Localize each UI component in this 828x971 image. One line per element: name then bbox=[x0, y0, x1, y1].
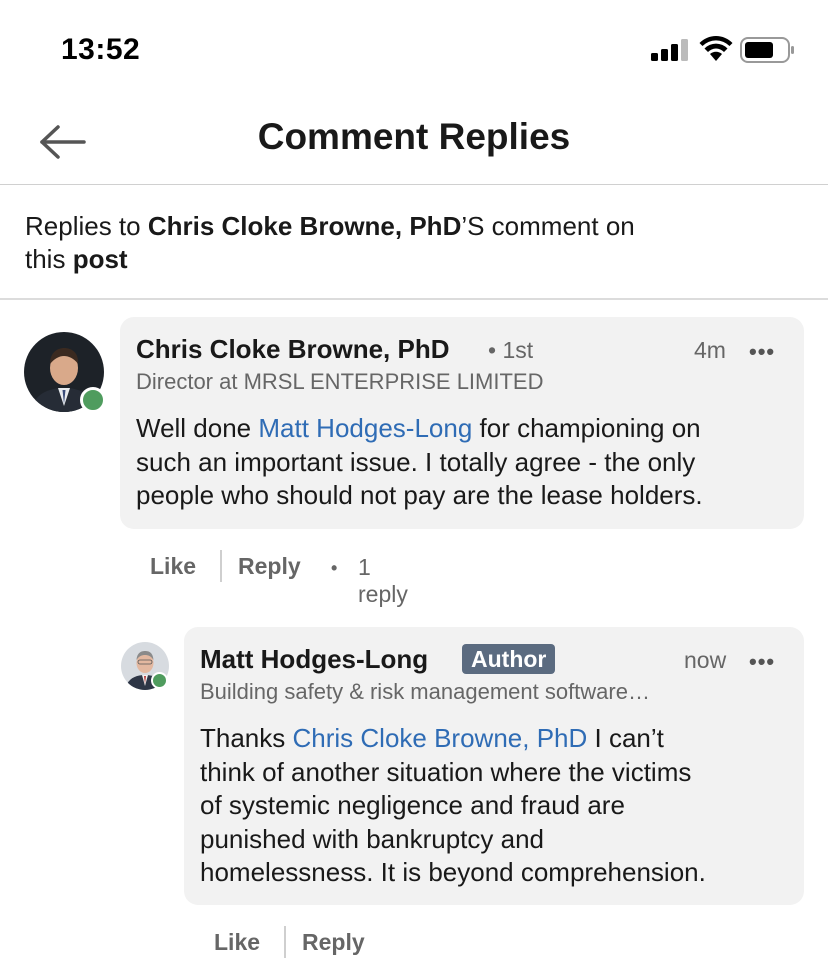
reply-timestamp: now bbox=[684, 647, 727, 673]
divider bbox=[0, 298, 828, 300]
comment-text-start: Well done bbox=[136, 413, 259, 443]
like-button[interactable]: Like bbox=[150, 553, 196, 580]
reply-text-line2: think of another situation where the vic… bbox=[200, 756, 692, 787]
reply-button[interactable]: Reply bbox=[302, 929, 365, 956]
status-bar: 13:52 bbox=[0, 0, 828, 100]
wifi-icon bbox=[699, 36, 733, 61]
reply-text-line1-end: I can’t bbox=[587, 723, 664, 753]
cellular-signal-icon bbox=[651, 39, 688, 61]
page-title: Comment Replies bbox=[257, 116, 571, 157]
context-prefix: Replies to bbox=[25, 211, 148, 241]
mention-link[interactable]: Matt Hodges-Long bbox=[258, 413, 472, 443]
comment-text-line1-end: for championing on bbox=[472, 413, 701, 443]
action-separator bbox=[220, 550, 222, 582]
nav-bar: Comment Replies bbox=[0, 100, 828, 185]
reply-text: Thanks Chris Cloke Browne, PhD I can’t t… bbox=[200, 722, 796, 890]
comment-text-line2: such an important issue. I totally agree… bbox=[136, 446, 696, 477]
context-post-link[interactable]: post bbox=[73, 244, 128, 274]
author-badge: Author bbox=[462, 644, 556, 674]
comment-timestamp: 4m bbox=[694, 337, 726, 363]
comment-author-name[interactable]: Chris Cloke Browne, PhD bbox=[136, 334, 450, 365]
reply-author-headline: Building safety & risk management softwa… bbox=[200, 679, 650, 704]
replies-context: Replies to Chris Cloke Browne, PhD’S com… bbox=[25, 210, 745, 276]
more-options-icon[interactable]: ••• bbox=[749, 339, 775, 365]
battery-icon bbox=[740, 37, 794, 63]
online-status-icon bbox=[151, 672, 168, 689]
context-author-link[interactable]: Chris Cloke Browne, PhD bbox=[148, 211, 462, 241]
context-line2-prefix: this bbox=[25, 244, 73, 274]
online-status-icon bbox=[80, 387, 106, 413]
bullet-separator: • bbox=[331, 558, 338, 578]
like-button[interactable]: Like bbox=[214, 929, 260, 956]
more-options-icon[interactable]: ••• bbox=[749, 649, 775, 675]
action-separator bbox=[284, 926, 286, 958]
reply-author-name[interactable]: Matt Hodges-Long bbox=[200, 644, 428, 675]
comment-bubble: Chris Cloke Browne, PhD • 1st 4m ••• Dir… bbox=[120, 317, 804, 529]
reply-text-line4: punished with bankruptcy and bbox=[200, 823, 545, 854]
status-time: 13:52 bbox=[61, 33, 141, 66]
reply-text-line3: of systemic negligence and fraud are bbox=[200, 790, 625, 820]
comment-text-line3: people who should not pay are the lease … bbox=[136, 480, 703, 510]
mention-link[interactable]: Chris Cloke Browne, PhD bbox=[293, 723, 588, 753]
context-suffix: ’S comment on bbox=[461, 211, 635, 241]
reply-count[interactable]: 1 reply bbox=[358, 554, 408, 608]
reply-bubble: Matt Hodges-Long Author now ••• Building… bbox=[184, 627, 804, 905]
connection-degree: • 1st bbox=[488, 337, 534, 363]
comment-author-headline: Director at MRSL ENTERPRISE LIMITED bbox=[136, 369, 544, 394]
comment-text: Well done Matt Hodges-Long for championi… bbox=[136, 412, 796, 513]
reply-button[interactable]: Reply bbox=[238, 553, 301, 580]
reply-text-line5: homelessness. It is beyond comprehension… bbox=[200, 857, 706, 887]
reply-text-start: Thanks bbox=[200, 723, 293, 753]
